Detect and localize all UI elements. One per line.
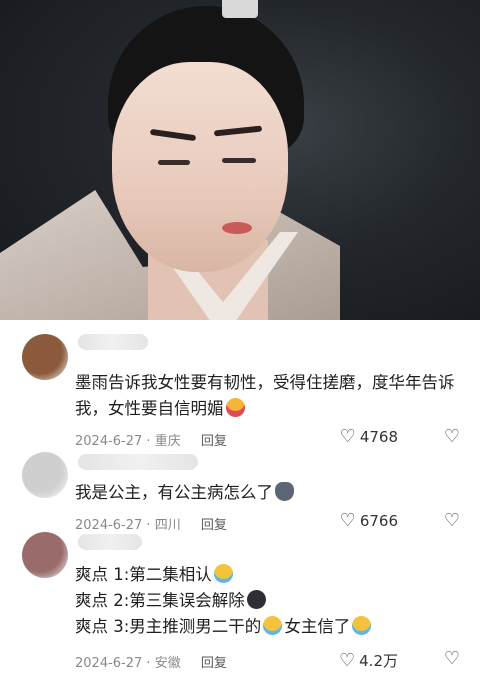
comment-text: 墨雨告诉我女性要有韧性，受得住搓磨，度华年告诉我，女性要自信明媚 [75, 370, 460, 422]
comment-meta: 2024-6-27 · 安徽 回复 [75, 656, 227, 671]
comment-location: 安徽 [154, 656, 181, 671]
comment-line-text: 爽点 3:男主推测男二干的 [75, 617, 262, 636]
crying-face-icon [352, 616, 372, 635]
tongue-out-face-icon [225, 398, 245, 417]
username-blurred[interactable] [78, 334, 148, 350]
lips-shape [222, 222, 252, 234]
comment-line-text: 女主信了 [284, 617, 351, 636]
comment-text: 我是公主，有公主病怎么了 [75, 480, 460, 506]
like-count: 6766 [359, 512, 398, 530]
comment-line-text: 爽点 1:第二集相认 [75, 565, 212, 584]
left-eye [158, 160, 190, 165]
comment-item: 我是公主，有公主病怎么了 2024-6-27 · 四川 回复 ♡ 6766 ♡ [0, 450, 480, 540]
reply-button[interactable]: 回复 [201, 656, 227, 671]
comment-text-body: 墨雨告诉我女性要有韧性，受得住搓磨，度华年告诉我，女性要自信明媚 [75, 373, 455, 418]
comment-text: 爽点 1:第二集相认 爽点 2:第三集误会解除 爽点 3:男主推测男二干的 女主信… [75, 562, 460, 640]
heart-outline-icon: ♡ [339, 649, 356, 671]
crying-face-icon [263, 616, 283, 635]
comment-line: 爽点 3:男主推测男二干的 女主信了 [75, 614, 460, 640]
reply-button[interactable]: 回复 [201, 434, 227, 449]
broken-heart-icon[interactable]: ♡ [444, 428, 460, 446]
comment-meta: 2024-6-27 · 重庆 回复 [75, 434, 227, 449]
comment-item: 爽点 1:第二集相认 爽点 2:第三集误会解除 爽点 3:男主推测男二干的 女主信… [0, 530, 480, 673]
like-button[interactable]: ♡ 6766 [339, 510, 398, 531]
username-blurred[interactable] [78, 534, 142, 550]
crying-face-icon [213, 564, 233, 583]
comment-location: 重庆 [154, 434, 181, 449]
dark-face-icon [246, 590, 266, 609]
comment-line: 爽点 2:第三集误会解除 [75, 588, 460, 614]
cat-face-icon [275, 482, 294, 501]
right-eye [222, 158, 256, 163]
like-button[interactable]: ♡ 4.2万 [339, 650, 398, 671]
hair-crown-ornament [222, 0, 258, 18]
like-button[interactable]: ♡ 4768 [339, 426, 398, 447]
like-count: 4.2万 [359, 652, 398, 670]
comment-date: 2024-6-27 [75, 434, 143, 449]
face-shape [112, 62, 288, 272]
avatar[interactable] [22, 334, 68, 380]
broken-heart-icon[interactable]: ♡ [444, 650, 460, 668]
username-blurred[interactable] [78, 454, 198, 470]
avatar[interactable] [22, 452, 68, 498]
comment-line-text: 爽点 2:第三集误会解除 [75, 591, 245, 610]
comment-item: 墨雨告诉我女性要有韧性，受得住搓磨，度华年告诉我，女性要自信明媚 2024-6-… [0, 320, 480, 450]
comment-line: 爽点 1:第二集相认 [75, 562, 460, 588]
heart-outline-icon: ♡ [339, 426, 356, 447]
like-count: 4768 [359, 428, 398, 446]
video-thumbnail[interactable] [0, 0, 480, 320]
heart-outline-icon: ♡ [339, 510, 356, 531]
broken-heart-icon[interactable]: ♡ [444, 512, 460, 530]
avatar[interactable] [22, 532, 68, 578]
comment-date: 2024-6-27 [75, 656, 143, 671]
comment-text-body: 我是公主，有公主病怎么了 [75, 483, 273, 502]
